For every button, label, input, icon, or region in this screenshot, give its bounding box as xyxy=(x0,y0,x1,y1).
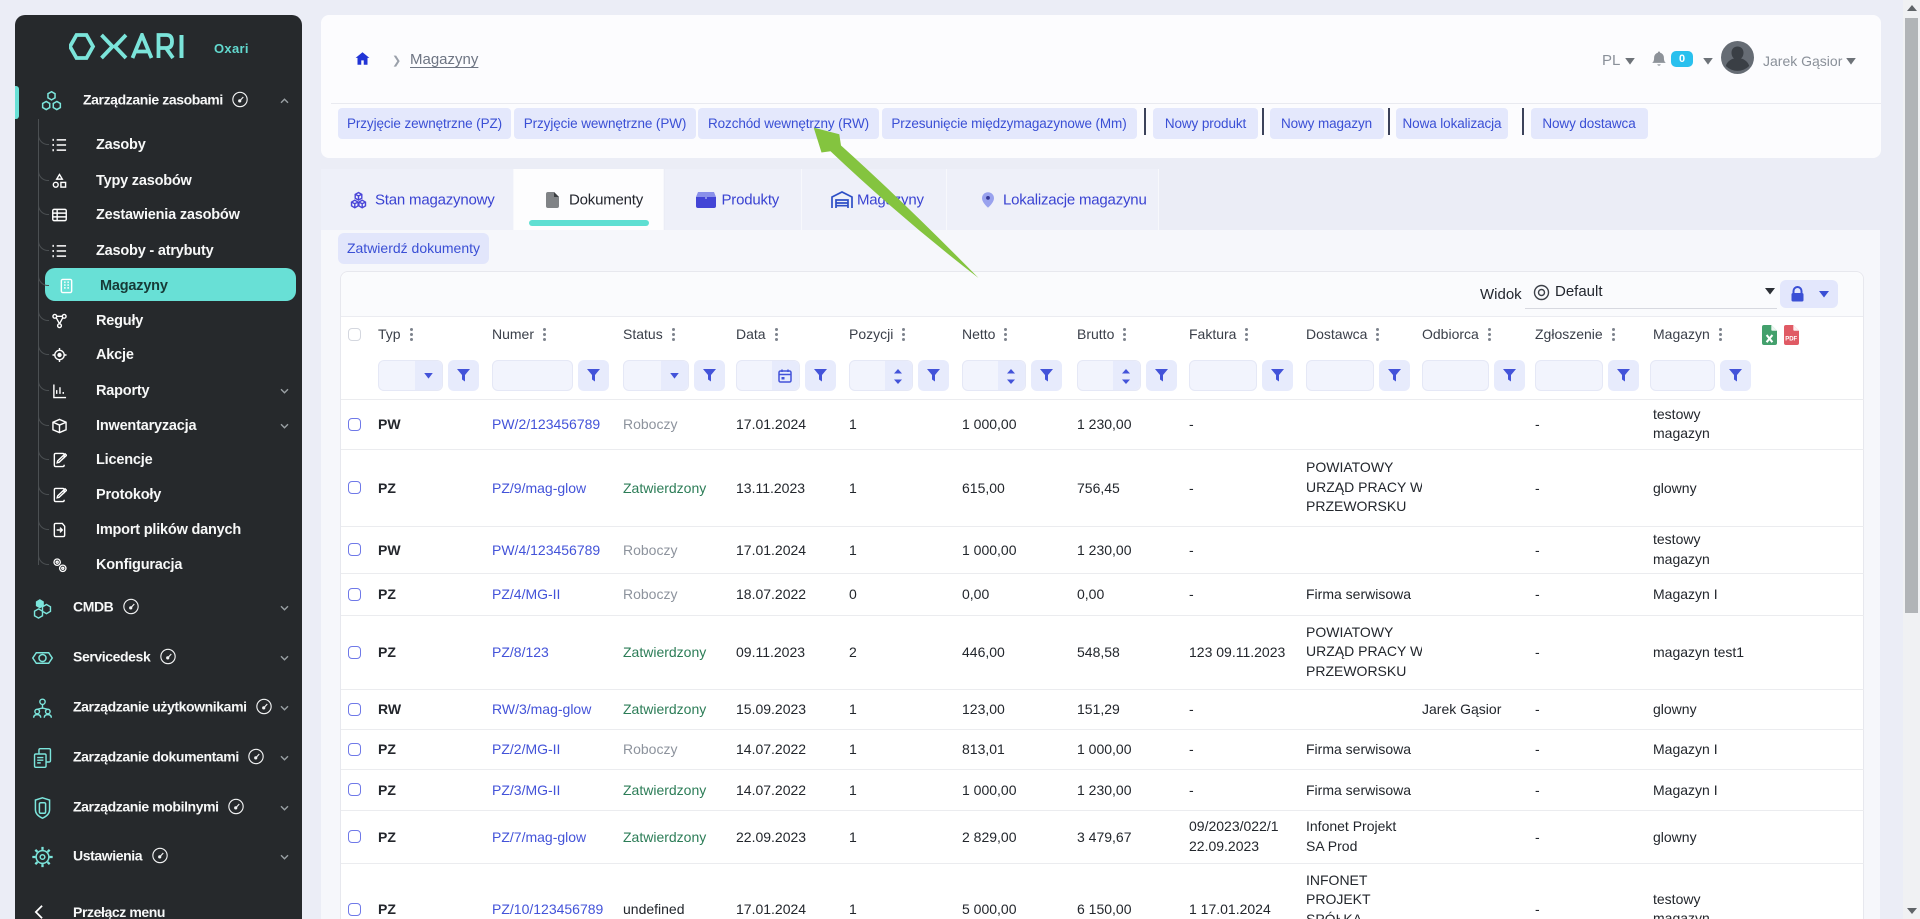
svg-text:PDF: PDF xyxy=(1785,336,1797,342)
